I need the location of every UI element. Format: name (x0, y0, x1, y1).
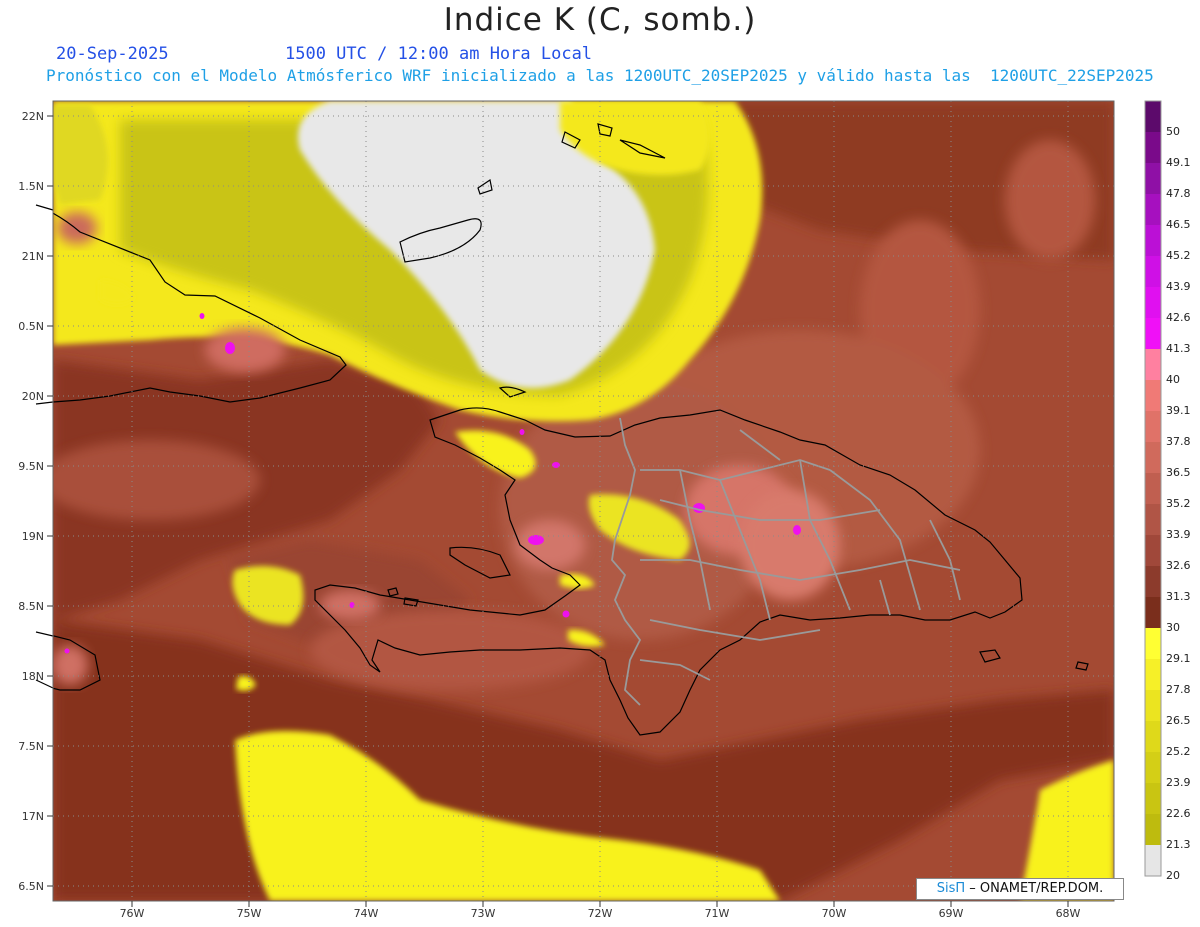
lat-label: 1.5N (18, 180, 44, 193)
credit-box: SisΠ – ONAMET/REP.DOM. (916, 878, 1124, 900)
lon-label: 71W (705, 907, 730, 920)
colorbar-label: 26.5 (1166, 714, 1191, 727)
lat-label: 7.5N (18, 740, 44, 753)
colorbar-swatch (1145, 349, 1161, 381)
colorbar-label: 47.8 (1166, 187, 1191, 200)
colorbar (1144, 100, 1162, 877)
lon-label: 76W (120, 907, 145, 920)
lat-label: 6.5N (18, 880, 44, 893)
colorbar-swatch (1145, 721, 1161, 753)
colorbar-swatch (1145, 752, 1161, 784)
lon-label: 68W (1056, 907, 1081, 920)
colorbar-label: 46.5 (1166, 218, 1191, 231)
colorbar-swatch (1145, 504, 1161, 536)
lat-label: 18N (22, 670, 44, 683)
colorbar-label: 25.2 (1166, 745, 1191, 758)
forecast-map: 22N 1.5N 21N 0.5N 20N 9.5N 19N 8.5N 18N 7.5N 17N 6.… (18, 100, 1191, 920)
colorbar-swatch (1145, 194, 1161, 226)
colorbar-swatch (1145, 473, 1161, 505)
lon-label: 73W (471, 907, 496, 920)
colorbar-label: 23.9 (1166, 776, 1191, 789)
lat-label: 20N (22, 390, 44, 403)
sispi-logo: SisΠ (936, 881, 966, 896)
colorbar-swatch (1145, 380, 1161, 412)
lat-label: 22N (22, 110, 44, 123)
colorbar-swatch (1145, 628, 1161, 660)
colorbar-label: 36.5 (1166, 466, 1191, 479)
colorbar-label: 29.1 (1166, 652, 1191, 665)
longitude-labels: 76W 75W 74W 73W 72W 71W 70W 69W 68W (120, 907, 1081, 920)
lon-label: 72W (588, 907, 613, 920)
colorbar-label: 50 (1166, 125, 1180, 138)
colorbar-label: 43.9 (1166, 280, 1191, 293)
colorbar-swatch (1145, 225, 1161, 257)
colorbar-label: 20 (1166, 869, 1180, 882)
colorbar-label: 45.2 (1166, 249, 1191, 262)
colorbar-swatch (1145, 535, 1161, 567)
lon-label: 75W (237, 907, 262, 920)
colorbar-label: 37.8 (1166, 435, 1191, 448)
colorbar-label: 30 (1166, 621, 1180, 634)
colorbar-swatch (1145, 597, 1161, 629)
lat-label: 17N (22, 810, 44, 823)
lon-label: 69W (939, 907, 964, 920)
credit-text: – ONAMET/REP.DOM. (965, 881, 1104, 896)
colorbar-label: 21.3 (1166, 838, 1191, 851)
colorbar-swatch (1145, 163, 1161, 195)
colorbar-swatch (1145, 411, 1161, 443)
colorbar-label: 40 (1166, 373, 1180, 386)
colorbar-swatch (1145, 783, 1161, 815)
colorbar-swatch (1145, 566, 1161, 598)
colorbar-swatch (1145, 659, 1161, 691)
colorbar-label: 32.6 (1166, 559, 1191, 572)
colorbar-label: 41.3 (1166, 342, 1191, 355)
colorbar-labels: 50 49.1 47.8 46.5 45.2 43.9 42.6 41.3 40 39.1 37.8… (1166, 125, 1191, 882)
colorbar-label: 39.1 (1166, 404, 1191, 417)
colorbar-swatch (1145, 442, 1161, 474)
latitude-labels: 22N 1.5N 21N 0.5N 20N 9.5N 19N 8.5N 18N 7.5N 17N 6.… (18, 110, 44, 893)
colorbar-label: 33.9 (1166, 528, 1191, 541)
colorbar-swatch (1145, 287, 1161, 319)
colorbar-swatch (1145, 256, 1161, 288)
colorbar-label: 22.6 (1166, 807, 1191, 820)
colorbar-swatch (1145, 318, 1161, 350)
lat-label: 21N (22, 250, 44, 263)
colorbar-label: 35.2 (1166, 497, 1191, 510)
colorbar-swatch (1145, 132, 1161, 164)
map-field (53, 101, 1114, 901)
colorbar-label: 42.6 (1166, 311, 1191, 324)
lat-label: 19N (22, 530, 44, 543)
colorbar-label: 49.1 (1166, 156, 1191, 169)
colorbar-label: 27.8 (1166, 683, 1191, 696)
colorbar-swatch (1145, 101, 1161, 133)
colorbar-swatch (1145, 845, 1161, 877)
outside-coast (35, 204, 54, 689)
colorbar-label: 31.3 (1166, 590, 1191, 603)
lat-label: 0.5N (18, 320, 44, 333)
lon-label: 70W (822, 907, 847, 920)
lat-label: 8.5N (18, 600, 44, 613)
colorbar-swatch (1145, 814, 1161, 846)
lat-label: 9.5N (18, 460, 44, 473)
colorbar-swatch (1145, 690, 1161, 722)
lon-label: 74W (354, 907, 379, 920)
